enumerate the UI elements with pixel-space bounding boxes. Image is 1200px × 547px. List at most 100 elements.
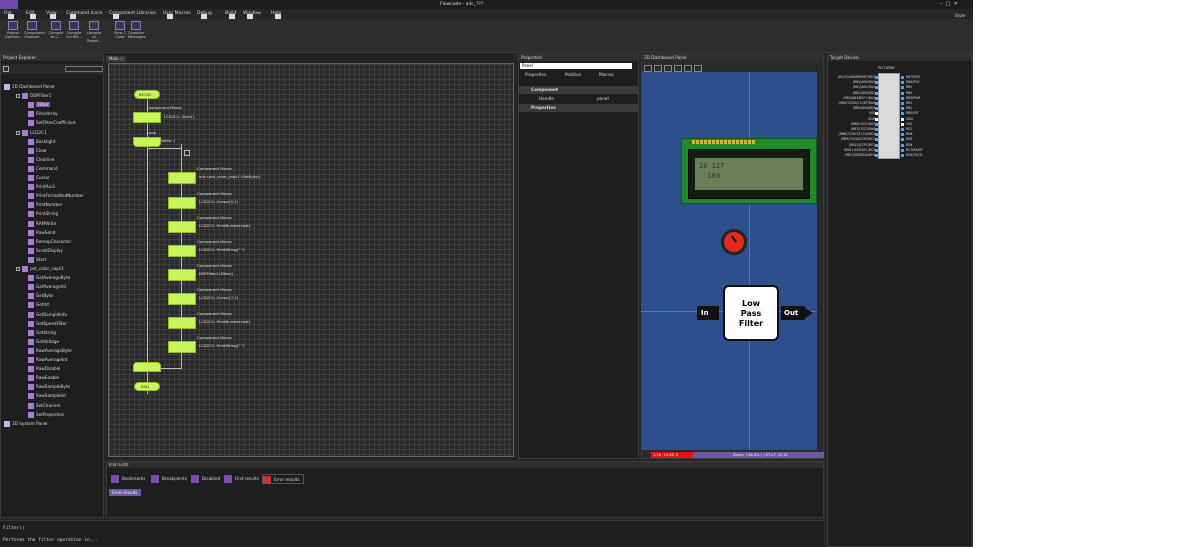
tree-item[interactable]: 2D Dashboard Panel	[4, 83, 55, 91]
tree-item[interactable]: Clearline	[28, 156, 55, 164]
pin-connector	[875, 117, 878, 121]
style-button[interactable]: Style	[955, 13, 965, 18]
tree-item[interactable]: Filter	[28, 101, 51, 109]
ribbon-button-1[interactable]: Component Explorer	[24, 21, 45, 39]
app-logo-icon[interactable]	[0, 0, 18, 9]
icon-list-tab-4[interactable]: Error results	[262, 474, 304, 484]
potentiometer-knob[interactable]	[721, 229, 747, 255]
tree-item[interactable]: DSPFilter1	[16, 92, 51, 100]
loop-block[interactable]	[133, 137, 161, 147]
tree-item[interactable]: ScrollDisplay	[28, 247, 63, 255]
tab-properties[interactable]: Properties	[525, 72, 546, 77]
component-icon	[28, 284, 34, 291]
tree-item-label: RawSampleInt	[36, 393, 67, 399]
ribbon-button-4[interactable]: Compile to Target...	[86, 21, 102, 43]
explorer-tool-icon[interactable]	[3, 66, 9, 72]
low-pass-filter-block[interactable]: Low Pass Filter	[723, 285, 779, 341]
pin-connector	[901, 133, 904, 137]
tree-item[interactable]: Command	[28, 165, 58, 173]
tree-item[interactable]: RAMWrite	[28, 220, 56, 228]
dashboard-canvas[interactable]: 10 127 103 Low Pass Filter In Out	[641, 72, 817, 450]
lcd-display[interactable]: 10 127 103	[681, 138, 817, 204]
target-pin-right[interactable]: RC6/TX/CK	[906, 153, 922, 158]
handle-value[interactable]: panel	[597, 95, 609, 103]
tab-position[interactable]: Position	[565, 72, 581, 77]
tree-item[interactable]: RawEnable	[28, 374, 59, 382]
tree-item[interactable]: 3D System Panel	[4, 420, 47, 428]
tree-item[interactable]: GetAverageByte	[28, 274, 70, 282]
macro-call: adc=pot_color_caps1::GetByte()	[199, 174, 261, 179]
tree-item[interactable]: Start	[28, 256, 46, 264]
tree-item[interactable]: Backlight	[28, 138, 55, 146]
icon-list-tab-0[interactable]: Bookmarks	[111, 474, 145, 484]
tree-item[interactable]: PrintAscii	[28, 183, 55, 191]
tree-item[interactable]: Cursor	[28, 174, 50, 182]
section-properties[interactable]: Properties	[519, 104, 638, 112]
tree-item[interactable]: RawSampleByte	[28, 383, 70, 391]
loop-expand-icon[interactable]	[184, 150, 190, 156]
tree-item[interactable]: RawSampleInt	[28, 392, 66, 400]
tree-item[interactable]: SetChannel	[28, 402, 60, 410]
ribbon-button-6[interactable]: Compiler Messages	[128, 21, 146, 39]
tree-item[interactable]: GetInt	[28, 301, 49, 309]
explorer-view-icons[interactable]	[65, 66, 103, 72]
ribbon-button-5[interactable]: View C Code	[112, 21, 128, 39]
tree-item[interactable]: PrintString	[28, 210, 58, 218]
tree-item[interactable]: RawDisable	[28, 365, 60, 373]
macro-block[interactable]	[168, 221, 196, 233]
tree-item[interactable]: SetProperties	[28, 411, 64, 419]
tree-item[interactable]: RawAverageInt	[28, 356, 68, 364]
macro-block[interactable]	[168, 172, 196, 184]
tree-item[interactable]: SetFilterCoefficient	[28, 119, 76, 127]
icon-list-tab-1[interactable]: Breakpoints	[151, 474, 187, 484]
expand-icon[interactable]	[16, 267, 20, 271]
tree-item[interactable]: PrintNumber	[28, 201, 62, 209]
tree-item[interactable]: RemapCharacter	[28, 238, 71, 246]
macro-call: LCD2C1::PrintString(" ")	[199, 247, 245, 252]
expand-icon[interactable]	[16, 130, 20, 135]
properties-search-input[interactable]: Panel	[520, 63, 632, 69]
tree-item-label: PrintString	[36, 211, 59, 217]
tab-macros[interactable]: Macros	[599, 72, 614, 77]
icon-list-tab-2[interactable]: Disabled	[191, 474, 220, 484]
ribbon-button-3[interactable]: Compile to HEX...	[66, 21, 82, 39]
tab-main[interactable]: Main ✕	[106, 56, 127, 62]
tree-item[interactable]: pot_color_caps1	[16, 265, 64, 273]
pin-connector	[875, 96, 878, 100]
tree-item[interactable]: LCD2C1	[16, 129, 47, 137]
target-pin-left[interactable]: (RB12)SDI/SDA/RC4	[845, 153, 876, 158]
window-controls[interactable]: – □ ✕	[940, 1, 958, 7]
tree-item[interactable]: PrintFormattedNumber	[28, 192, 84, 200]
flowchart-canvas[interactable]: BEGIN Component Macro LCD2C1::Start() Loop W…	[108, 63, 514, 457]
tree-item[interactable]: GetSpeedFilter	[28, 320, 67, 328]
tree-item[interactable]: RawSend	[28, 229, 55, 237]
macro-block[interactable]	[168, 197, 196, 209]
tree-item[interactable]: FilterArray	[28, 110, 58, 118]
tree-item[interactable]: RawAverageByte	[28, 347, 72, 355]
filter-line-3: Filter	[738, 319, 764, 328]
tree-item[interactable]: GetAverageInt	[28, 283, 66, 291]
loop-end-block[interactable]	[133, 362, 161, 372]
tree-item[interactable]: GetByte	[28, 292, 53, 300]
macro-block[interactable]	[168, 269, 196, 281]
tree-item[interactable]: GetVoltage	[28, 338, 59, 346]
macro-block[interactable]	[133, 112, 161, 123]
chip-body[interactable]	[878, 73, 900, 159]
macro-block[interactable]	[168, 293, 196, 305]
tree-item[interactable]: GetString	[28, 329, 56, 337]
pin-connector	[901, 81, 904, 85]
pin-connector	[901, 148, 904, 152]
macro-block[interactable]	[168, 317, 196, 329]
close-icon[interactable]: ✕	[120, 56, 123, 61]
tree-item[interactable]: GetSampleInfo	[28, 311, 67, 319]
tree-item[interactable]: Clear	[28, 147, 47, 155]
ribbon-button-0[interactable]: Project Options...	[5, 21, 22, 39]
expand-icon[interactable]	[16, 94, 20, 99]
macro-block[interactable]	[168, 341, 196, 353]
ribbon-button-2[interactable]: Compile to C...	[48, 21, 64, 39]
macro-block[interactable]	[168, 245, 196, 257]
section-component[interactable]: Component	[519, 86, 638, 94]
pin-connector	[875, 102, 878, 105]
active-list-label[interactable]: Error results	[109, 489, 141, 496]
icon-list-tab-3[interactable]: Find results	[224, 474, 259, 484]
